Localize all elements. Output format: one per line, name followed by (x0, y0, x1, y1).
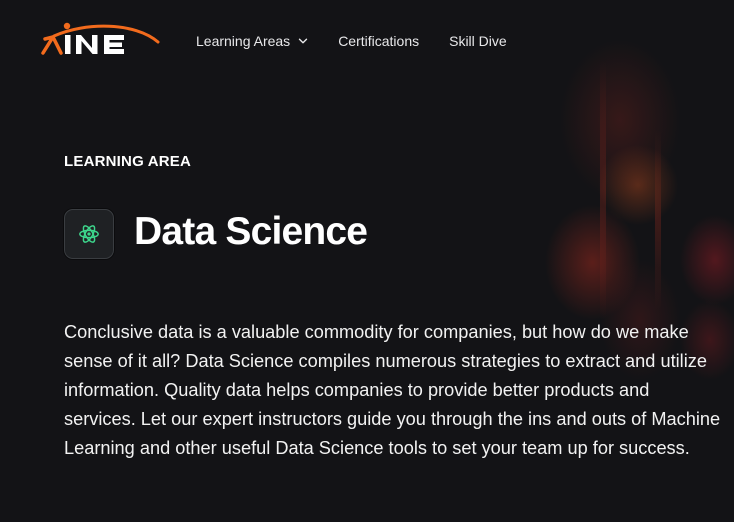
ine-logo[interactable] (40, 20, 160, 58)
page-title: Data Science (134, 210, 368, 253)
nav-skill-dive[interactable]: Skill Dive (449, 33, 507, 49)
learning-area-icon-box (64, 209, 114, 259)
page-description: Conclusive data is a valuable commodity … (64, 322, 721, 458)
nav-skill-dive-label: Skill Dive (449, 33, 507, 49)
section-eyebrow: LEARNING AREA (64, 153, 192, 170)
main-nav: Learning Areas Certifications Skill Dive (196, 33, 537, 49)
atom-icon (79, 225, 99, 243)
nav-certifications[interactable]: Certifications (338, 33, 419, 49)
chevron-down-icon (298, 38, 308, 44)
nav-learning-areas-label: Learning Areas (196, 33, 291, 49)
nav-learning-areas[interactable]: Learning Areas (196, 33, 308, 49)
nav-certifications-label: Certifications (338, 33, 420, 49)
